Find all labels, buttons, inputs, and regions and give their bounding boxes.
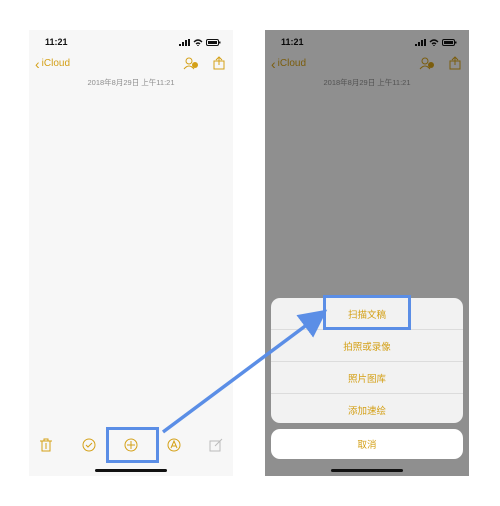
annotation-arrow [161,309,328,434]
